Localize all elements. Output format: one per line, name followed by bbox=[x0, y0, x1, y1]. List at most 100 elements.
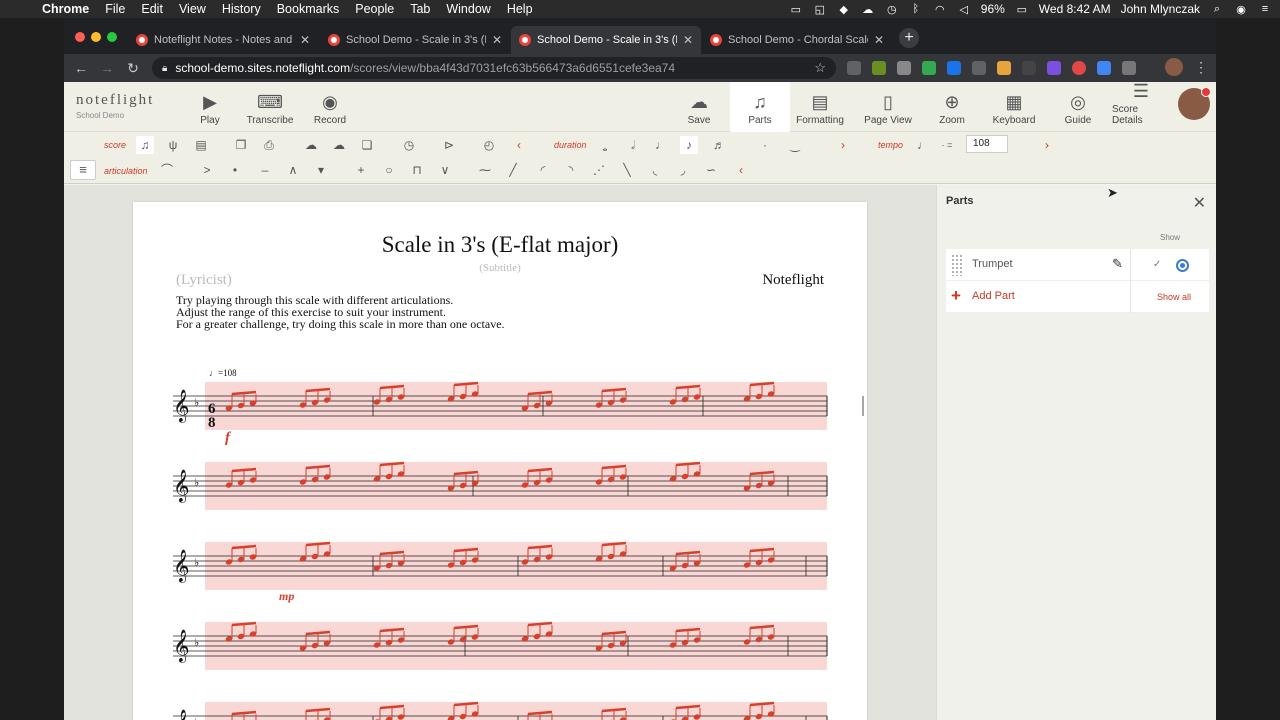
score-setup-icon[interactable]: ▤ bbox=[192, 136, 210, 154]
slur-icon[interactable]: ⌒ bbox=[158, 161, 176, 179]
cloud-upload-icon[interactable]: ☁ bbox=[302, 136, 320, 154]
tab-chordal-scales[interactable]: School Demo - Chordal Scales ✕ bbox=[702, 26, 892, 54]
chevron-right-icon[interactable]: › bbox=[834, 136, 852, 154]
duplicate-icon[interactable]: ❏ bbox=[358, 136, 376, 154]
marcato-icon[interactable]: ∧ bbox=[284, 161, 302, 179]
play-button[interactable]: ▶ Play bbox=[192, 82, 228, 132]
sixteenth-note-icon[interactable]: ♬ bbox=[710, 136, 728, 154]
clock-icon[interactable]: ◴ bbox=[480, 136, 498, 154]
trill-icon[interactable]: ⁓ bbox=[476, 161, 494, 179]
zoom-window-button[interactable] bbox=[107, 32, 117, 42]
tempo-input[interactable]: 108 bbox=[966, 135, 1008, 153]
clock[interactable]: Wed 8:42 AM bbox=[1039, 2, 1111, 16]
menu-people[interactable]: People bbox=[347, 2, 402, 16]
screen-record-icon[interactable]: ▭ bbox=[789, 3, 803, 16]
print-icon[interactable]: ⎙ bbox=[260, 136, 278, 154]
volume-icon[interactable]: ◁ bbox=[957, 3, 971, 16]
menu-history[interactable]: History bbox=[214, 2, 269, 16]
staccatissimo-icon[interactable]: ▾ bbox=[312, 161, 330, 179]
pencil-icon[interactable]: ✎ bbox=[1112, 256, 1123, 272]
dropbox-icon[interactable]: ◆ bbox=[837, 3, 851, 16]
playback-icon[interactable]: ⊳ bbox=[440, 136, 458, 154]
extension-icon[interactable] bbox=[1072, 61, 1086, 75]
history-icon[interactable]: ◷ bbox=[400, 136, 418, 154]
menu-file[interactable]: File bbox=[97, 2, 133, 16]
staccato-icon[interactable]: • bbox=[226, 161, 244, 179]
wifi-icon[interactable]: ◠ bbox=[933, 3, 947, 16]
battery-percent[interactable]: 96% bbox=[981, 2, 1005, 16]
new-tab-button[interactable]: + bbox=[899, 28, 919, 48]
lift-icon[interactable]: ◞ bbox=[674, 161, 692, 179]
palette-menu-button[interactable]: ≡ bbox=[70, 160, 96, 180]
staff-highlight[interactable] bbox=[205, 702, 827, 720]
score-details-button[interactable]: ☰ Score Details bbox=[1112, 82, 1170, 132]
down-bow-icon[interactable]: ⊓ bbox=[408, 161, 426, 179]
reload-icon[interactable]: ↻ bbox=[124, 60, 142, 77]
extension-icon[interactable] bbox=[1097, 61, 1111, 75]
menu-bookmarks[interactable]: Bookmarks bbox=[269, 2, 348, 16]
extension-icon[interactable] bbox=[847, 61, 861, 75]
bluetooth-icon[interactable]: ᛒ bbox=[909, 3, 923, 15]
menu-window[interactable]: Window bbox=[438, 2, 498, 16]
extension-icon[interactable] bbox=[1047, 61, 1061, 75]
part-radio-button[interactable] bbox=[1176, 259, 1189, 272]
trello-extension-icon[interactable] bbox=[947, 61, 961, 75]
show-all-link[interactable]: Show all bbox=[1157, 292, 1191, 302]
close-tab-icon[interactable]: ✕ bbox=[683, 33, 693, 47]
close-tab-icon[interactable]: ✕ bbox=[300, 33, 310, 47]
address-bar[interactable]: 🔒︎ school-demo.sites.noteflight.com/scor… bbox=[152, 57, 836, 79]
half-note-icon[interactable]: 𝅗𝅥 bbox=[624, 136, 642, 154]
menu-help[interactable]: Help bbox=[499, 2, 541, 16]
add-part-row[interactable]: + Add Part Show all bbox=[946, 281, 1209, 313]
spotlight-icon[interactable]: ⌕ bbox=[1210, 3, 1224, 15]
notification-center-icon[interactable]: ≡ bbox=[1258, 3, 1272, 15]
guitar-icon[interactable]: ♫ bbox=[136, 136, 154, 154]
back-icon[interactable]: ← bbox=[72, 60, 90, 76]
profile-avatar[interactable] bbox=[1165, 58, 1183, 76]
drive-extension-icon[interactable] bbox=[922, 61, 936, 75]
score-palette-label[interactable]: score bbox=[104, 140, 126, 150]
extension-icon[interactable] bbox=[1022, 61, 1036, 75]
menu-tab[interactable]: Tab bbox=[402, 2, 438, 16]
scoop-icon[interactable]: ◜ bbox=[534, 161, 552, 179]
menu-view[interactable]: View bbox=[171, 2, 214, 16]
chevron-left-icon[interactable]: ‹ bbox=[510, 136, 528, 154]
menu-chrome[interactable]: Chrome bbox=[34, 2, 97, 16]
forward-icon[interactable]: → bbox=[98, 60, 116, 76]
cloud-icon[interactable]: ☁ bbox=[861, 3, 875, 16]
fall-icon[interactable]: ◝ bbox=[562, 161, 580, 179]
cloud-download-icon[interactable]: ☁ bbox=[330, 136, 348, 154]
doit-icon[interactable]: ╲ bbox=[618, 161, 636, 179]
save-button[interactable]: ☁ Save bbox=[679, 82, 719, 132]
extension-icon[interactable] bbox=[897, 61, 911, 75]
articulation-palette-label[interactable]: articulation bbox=[104, 166, 148, 176]
more-menu-icon[interactable]: ⋮ bbox=[1192, 59, 1210, 76]
tab-noteflight-notes[interactable]: Noteflight Notes - Notes and N ✕ bbox=[128, 26, 318, 54]
chevron-left-icon[interactable]: ‹ bbox=[732, 161, 750, 179]
zoom-button[interactable]: ⊕ Zoom bbox=[932, 82, 972, 132]
turn-icon[interactable]: ∽ bbox=[702, 161, 720, 179]
grammarly-extension-icon[interactable] bbox=[972, 61, 986, 75]
formatting-button[interactable]: ▤ Formatting bbox=[796, 82, 844, 132]
open-icon[interactable]: ○ bbox=[380, 161, 398, 179]
drag-handle-icon[interactable] bbox=[951, 254, 963, 276]
close-icon[interactable]: ✕ bbox=[1193, 193, 1206, 213]
tuning-fork-icon[interactable]: ψ bbox=[164, 136, 182, 154]
duration-palette-label[interactable]: duration bbox=[554, 140, 587, 150]
screen-icon[interactable]: ◱ bbox=[813, 3, 827, 16]
chevron-right-icon[interactable]: › bbox=[1038, 136, 1056, 154]
dynamic-forte[interactable]: f bbox=[225, 430, 232, 446]
extension-icon[interactable] bbox=[1122, 61, 1136, 75]
extension-icon[interactable] bbox=[997, 61, 1011, 75]
record-button[interactable]: ◉ Record bbox=[310, 82, 350, 132]
accent-icon[interactable]: > bbox=[198, 161, 216, 179]
guide-button[interactable]: ◎ Guide bbox=[1058, 82, 1098, 132]
tie-icon[interactable]: ‿ bbox=[786, 136, 804, 154]
time-machine-icon[interactable]: ◷ bbox=[885, 3, 899, 16]
glissando-icon[interactable]: ╱ bbox=[504, 161, 522, 179]
dot-icon[interactable]: · bbox=[756, 136, 774, 154]
minimize-window-button[interactable] bbox=[91, 32, 101, 42]
user-name[interactable]: John Mlynczak bbox=[1121, 2, 1200, 16]
dynamic-mezzo-piano[interactable]: mp bbox=[279, 589, 294, 603]
tab-scale-in-3s-active[interactable]: School Demo - Scale in 3's (E- ✕ bbox=[511, 26, 701, 54]
